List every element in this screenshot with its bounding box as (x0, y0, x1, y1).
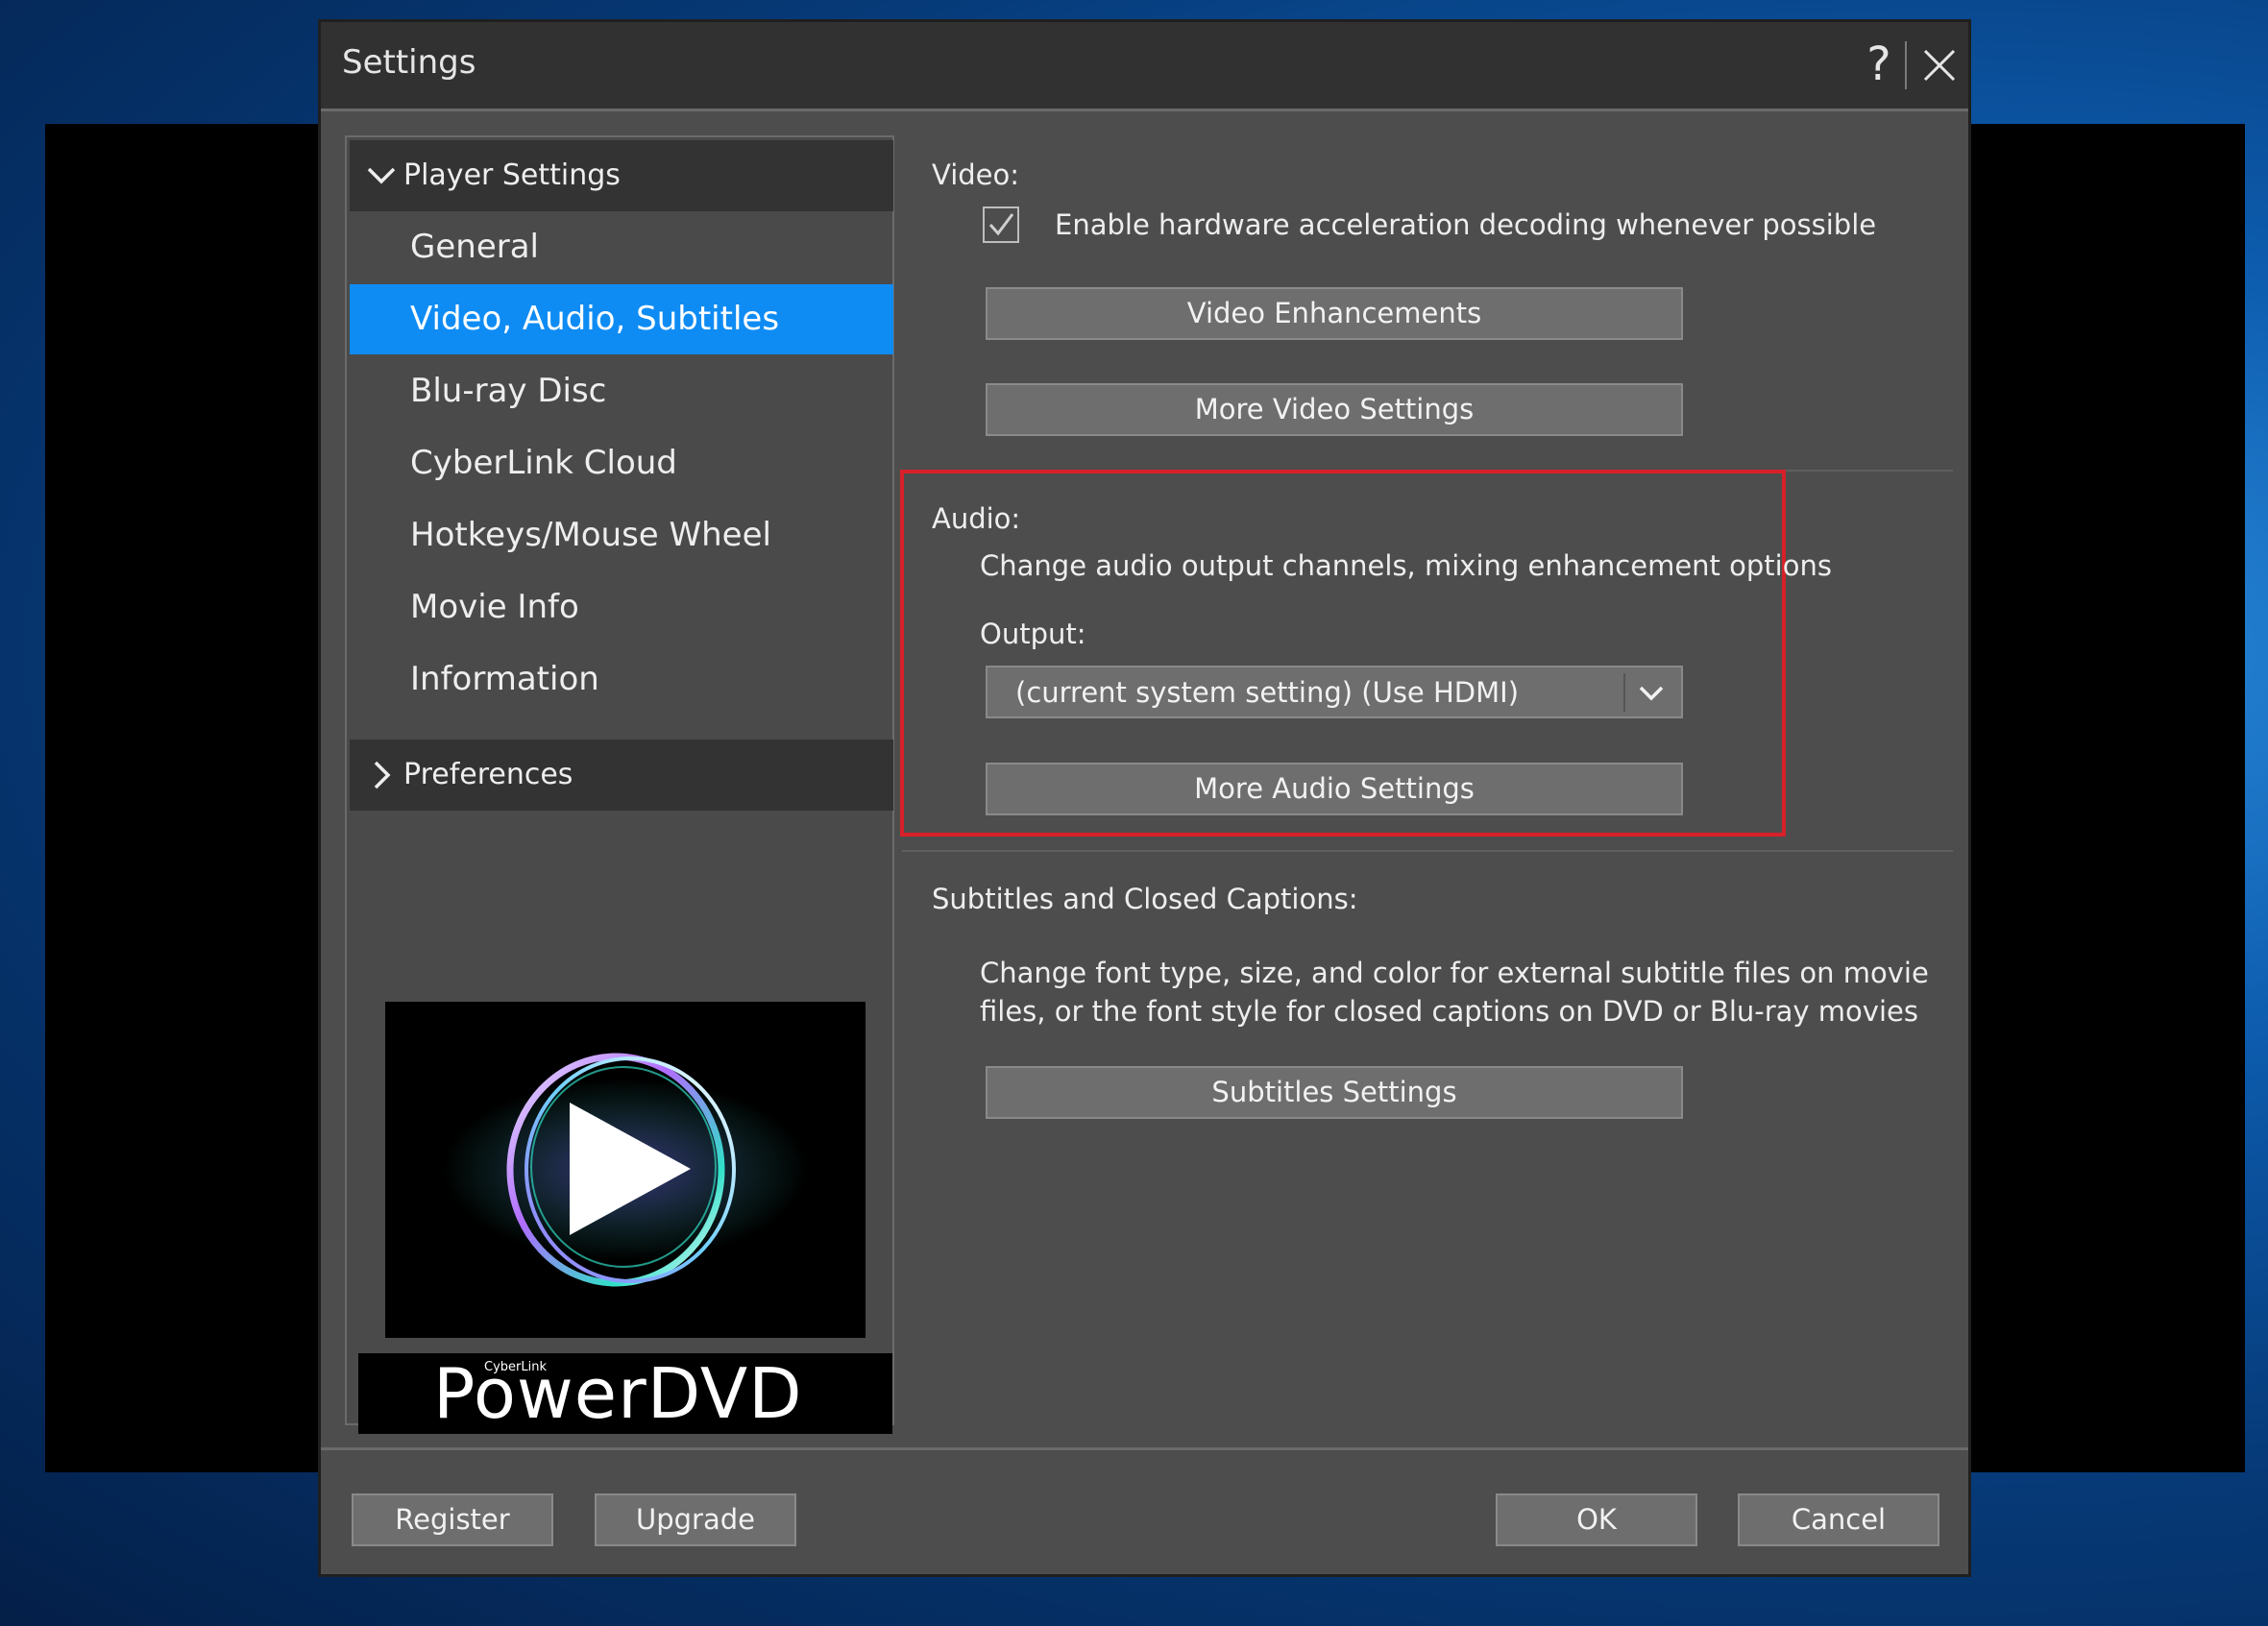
more-audio-settings-button[interactable]: More Audio Settings (986, 763, 1683, 815)
audio-description: Change audio output channels, mixing enh… (980, 549, 1832, 582)
powerdvd-wordmark: PowerDVD (433, 1353, 803, 1434)
audio-output-value: (current system setting) (Use HDMI) (1015, 676, 1520, 709)
close-button[interactable] (1915, 41, 1963, 89)
more-video-settings-button[interactable]: More Video Settings (986, 383, 1683, 436)
nav-group-label: Preferences (403, 758, 573, 791)
audio-section-label: Audio: (932, 502, 1021, 535)
nav-group-label: Player Settings (403, 158, 621, 192)
chevron-right-icon (374, 761, 391, 789)
nav-item-movie-info[interactable]: Movie Info (350, 572, 893, 643)
title-bar: Settings ? (321, 22, 1968, 111)
settings-dialog: Settings ? Player Settings General Video… (318, 19, 1971, 1577)
close-icon (1923, 49, 1956, 82)
chevron-down-icon (1639, 686, 1664, 701)
powerdvd-brand: CyberLink PowerDVD (358, 1353, 892, 1434)
nav-group-preferences[interactable]: Preferences (350, 740, 893, 811)
nav-item-label: Video, Audio, Subtitles (410, 300, 780, 338)
select-separator (1623, 673, 1625, 712)
nav-item-label: Blu-ray Disc (410, 372, 607, 410)
subtitles-description-line2: files, or the font style for closed capt… (980, 995, 1918, 1028)
video-section-label: Video: (932, 158, 1020, 191)
upgrade-button[interactable]: Upgrade (595, 1493, 796, 1546)
nav-item-cyberlink-cloud[interactable]: CyberLink Cloud (350, 428, 893, 498)
cancel-button[interactable]: Cancel (1738, 1493, 1939, 1546)
register-button[interactable]: Register (352, 1493, 553, 1546)
subtitles-section-label: Subtitles and Closed Captions: (932, 883, 1358, 915)
nav-item-blu-ray-disc[interactable]: Blu-ray Disc (350, 356, 893, 426)
output-label: Output: (980, 618, 1086, 650)
dialog-title: Settings (342, 43, 476, 82)
help-button[interactable]: ? (1855, 36, 1903, 93)
chevron-down-icon (367, 167, 396, 184)
nav-item-label: Information (410, 660, 599, 698)
nav-item-hotkeys-mouse-wheel[interactable]: Hotkeys/Mouse Wheel (350, 500, 893, 570)
powerdvd-logo-icon (385, 1002, 866, 1338)
nav-item-video-audio-subtitles[interactable]: Video, Audio, Subtitles (350, 284, 893, 354)
nav-item-information[interactable]: Information (350, 644, 893, 715)
titlebar-separator (1905, 41, 1907, 89)
checkmark-icon (988, 213, 1014, 236)
nav-group-player-settings[interactable]: Player Settings (350, 140, 893, 211)
hw-accel-checkbox[interactable] (983, 206, 1019, 243)
nav-item-general[interactable]: General (350, 212, 893, 282)
nav-item-label: Movie Info (410, 588, 579, 626)
subtitles-description-line1: Change font type, size, and color for ex… (980, 957, 1929, 989)
hw-accel-label: Enable hardware acceleration decoding wh… (1055, 208, 1877, 241)
video-enhancements-button[interactable]: Video Enhancements (986, 287, 1683, 340)
nav-item-label: CyberLink Cloud (410, 444, 677, 482)
settings-nav: Player Settings General Video, Audio, Su… (345, 135, 894, 1434)
audio-output-select[interactable]: (current system setting) (Use HDMI) (986, 666, 1683, 718)
nav-item-label: General (410, 228, 539, 266)
ok-button[interactable]: OK (1496, 1493, 1697, 1546)
section-divider (902, 850, 1953, 852)
subtitles-settings-button[interactable]: Subtitles Settings (986, 1066, 1683, 1119)
nav-item-label: Hotkeys/Mouse Wheel (410, 516, 771, 554)
footer-separator (321, 1447, 1968, 1450)
